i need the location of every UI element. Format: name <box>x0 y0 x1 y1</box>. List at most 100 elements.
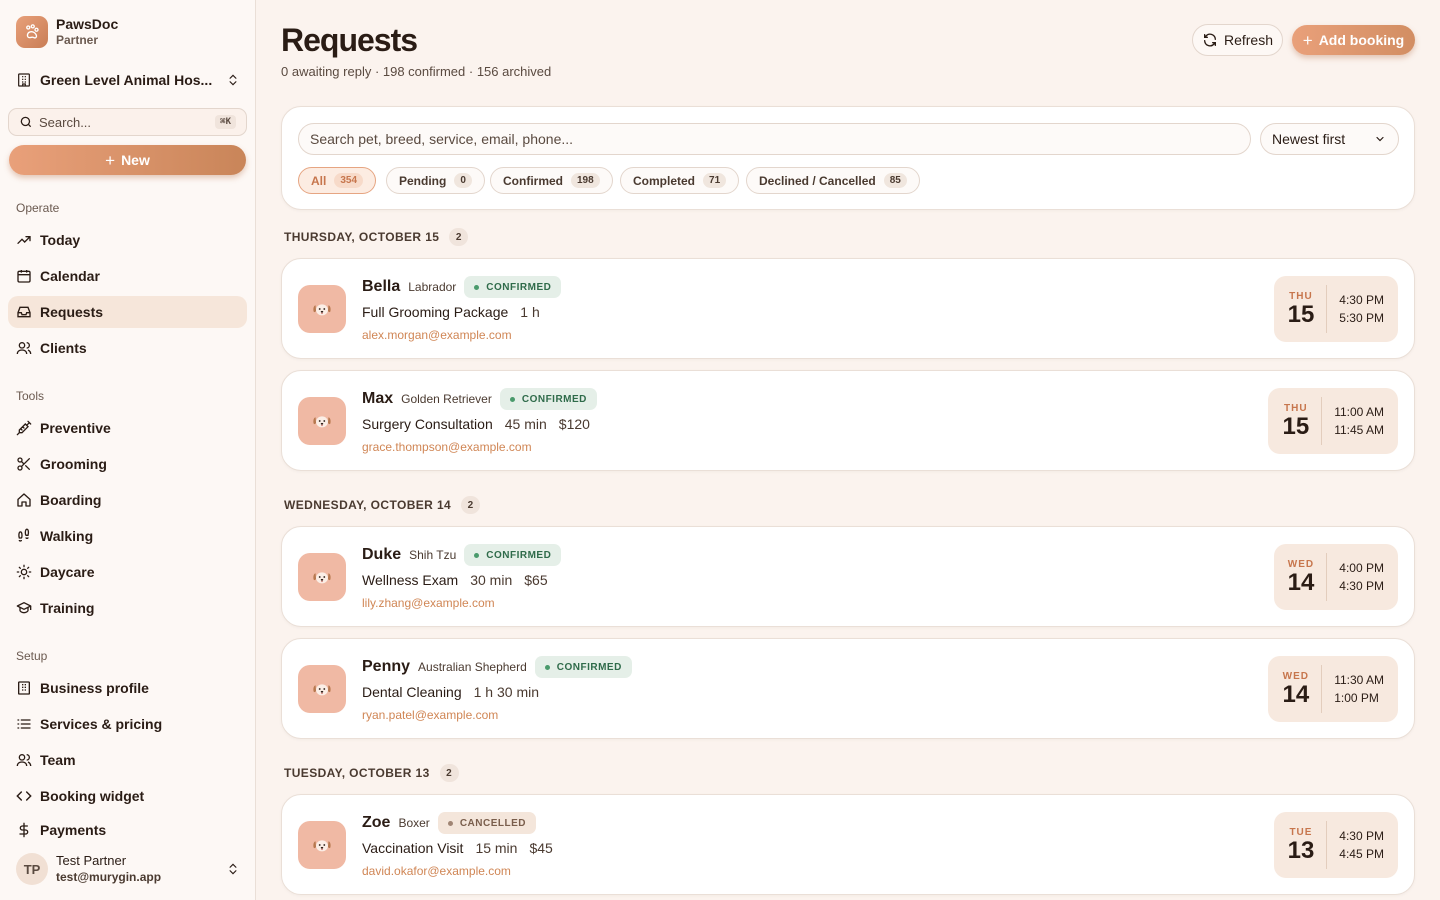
pet-name: Duke <box>362 546 402 563</box>
sidebar-item-calendar[interactable]: Calendar <box>8 260 247 292</box>
avatar: TP <box>16 853 48 885</box>
status-badge: CONFIRMED <box>499 388 597 410</box>
service-price: $120 <box>558 416 590 432</box>
end-time: 5:30 PM <box>1339 311 1384 325</box>
sidebar-item-daycare[interactable]: Daycare <box>8 556 247 588</box>
search-shortcut: ⌘K <box>215 115 236 129</box>
sidebar-item-label: Business profile <box>40 680 149 696</box>
filter-chip-declined-cancelled[interactable]: Declined / Cancelled 85 <box>746 167 920 194</box>
sort-value: Newest first <box>1272 131 1346 147</box>
booking-card[interactable]: Penny Australian Shepherd CONFIRMED Dent… <box>281 638 1415 739</box>
sidebar-item-label: Grooming <box>40 456 107 472</box>
sidebar-item-label: Payments <box>40 822 107 838</box>
sidebar-item-clients[interactable]: Clients <box>8 332 247 364</box>
sidebar-item-services-pricing[interactable]: Services & pricing <box>8 708 247 740</box>
sidebar-item-requests[interactable]: Requests <box>8 296 247 328</box>
date-day: 14 <box>1287 568 1315 596</box>
client-email[interactable]: lily.zhang@example.com <box>362 596 495 610</box>
service-price: $45 <box>529 840 553 856</box>
refresh-button[interactable]: Refresh <box>1192 24 1283 56</box>
sidebar-item-payments[interactable]: Payments <box>8 816 247 840</box>
client-email[interactable]: david.okafor@example.com <box>362 864 511 878</box>
sidebar-item-label: Preventive <box>40 420 111 436</box>
client-email[interactable]: alex.morgan@example.com <box>362 328 512 342</box>
pet-name: Zoe <box>362 814 391 831</box>
sidebar-item-walking[interactable]: Walking <box>8 520 247 552</box>
filter-chip-pending[interactable]: Pending 0 <box>386 167 485 194</box>
service-price: $65 <box>524 572 548 588</box>
section-operate: Operate <box>16 201 60 215</box>
date-box: TUE 13 4:30 PM 4:45 PM <box>1273 812 1398 878</box>
client-email[interactable]: ryan.patel@example.com <box>362 708 498 722</box>
user-menu[interactable]: TP Test Partner test@murygin.app <box>16 852 240 886</box>
status-badge: CONFIRMED <box>534 656 632 678</box>
filter-chip-confirmed[interactable]: Confirmed 198 <box>490 167 613 194</box>
chevron-down-icon <box>1374 133 1386 145</box>
status-dot <box>509 396 515 402</box>
status-dot <box>544 664 550 670</box>
section-setup: Setup <box>16 649 48 663</box>
org-switcher[interactable]: Green Level Animal Hos... <box>16 70 240 90</box>
sidebar-item-training[interactable]: Training <box>8 592 247 624</box>
inbox-icon <box>16 304 32 320</box>
start-time: 4:30 PM <box>1339 829 1384 843</box>
day-header: THURSDAY, OCTOBER 15 2 <box>284 228 469 246</box>
booking-card[interactable]: Duke Shih Tzu CONFIRMED Wellness Exam 30… <box>281 526 1415 627</box>
user-email: test@murygin.app <box>56 870 162 884</box>
sun-icon <box>16 564 32 580</box>
sidebar-search[interactable]: Search... ⌘K <box>8 108 247 136</box>
sidebar-item-today[interactable]: Today <box>8 224 247 256</box>
search-placeholder: Search... <box>39 114 92 130</box>
date-weekday: THU <box>1284 402 1308 414</box>
booking-card[interactable]: Bella Labrador CONFIRMED Full Grooming P… <box>281 258 1415 359</box>
day-count: 2 <box>439 764 459 782</box>
status-text: CONFIRMED <box>521 393 587 405</box>
day-label: WEDNESDAY, OCTOBER 14 <box>284 498 452 512</box>
users-icon <box>16 340 32 356</box>
status-badge: CONFIRMED <box>464 544 562 566</box>
sidebar-item-label: Requests <box>40 304 104 320</box>
client-email[interactable]: grace.thompson@example.com <box>362 440 532 454</box>
add-booking-button[interactable]: + Add booking <box>1292 25 1415 55</box>
new-button[interactable]: + New <box>9 145 246 175</box>
chip-label: Confirmed <box>503 173 563 188</box>
dog-face-icon <box>298 821 346 869</box>
chevron-updown-icon <box>226 73 240 87</box>
users-icon <box>16 752 32 768</box>
sidebar-item-booking-widget[interactable]: Booking widget <box>8 780 247 812</box>
day-header: WEDNESDAY, OCTOBER 14 2 <box>284 496 481 514</box>
chip-count: 71 <box>703 173 727 188</box>
date-box: WED 14 11:30 AM 1:00 PM <box>1268 656 1398 722</box>
trend-up-icon <box>16 232 32 248</box>
search-icon <box>19 115 33 129</box>
user-name: Test Partner <box>56 853 127 868</box>
sidebar-item-label: Walking <box>40 528 94 544</box>
brand[interactable]: PawsDoc Partner <box>16 16 118 48</box>
status-text: CONFIRMED <box>486 549 552 561</box>
dog-face-icon <box>298 397 346 445</box>
filter-chip-all[interactable]: All 354 <box>298 167 377 194</box>
org-name: Green Level Animal Hos... <box>40 72 213 88</box>
sidebar-item-boarding[interactable]: Boarding <box>8 484 247 516</box>
service-name: Vaccination Visit <box>362 840 464 856</box>
booking-card[interactable]: Max Golden Retriever CONFIRMED Surgery C… <box>281 370 1415 471</box>
refresh-label: Refresh <box>1223 32 1274 48</box>
chevron-updown-icon <box>226 862 240 876</box>
chip-label: Completed <box>633 173 696 188</box>
requests-search-input[interactable]: Search pet, breed, service, email, phone… <box>298 123 1251 155</box>
filter-panel: Search pet, breed, service, email, phone… <box>281 106 1415 210</box>
date-day: 14 <box>1282 680 1310 708</box>
status-dot <box>447 820 453 826</box>
booking-card[interactable]: Zoe Boxer CANCELLED Vaccination Visit 15… <box>281 794 1415 895</box>
footprints-icon <box>16 528 32 544</box>
sidebar-item-preventive[interactable]: Preventive <box>8 412 247 444</box>
sort-select[interactable]: Newest first <box>1260 123 1399 155</box>
date-weekday: WED <box>1282 670 1309 682</box>
sidebar-item-grooming[interactable]: Grooming <box>8 448 247 480</box>
day-label: TUESDAY, OCTOBER 13 <box>284 766 430 780</box>
sidebar-item-business-profile[interactable]: Business profile <box>8 672 247 704</box>
filter-chip-completed[interactable]: Completed 71 <box>620 167 740 194</box>
sidebar-item-team[interactable]: Team <box>8 744 247 776</box>
brand-name: PawsDoc <box>56 16 119 32</box>
sidebar-item-label: Booking widget <box>40 788 145 804</box>
